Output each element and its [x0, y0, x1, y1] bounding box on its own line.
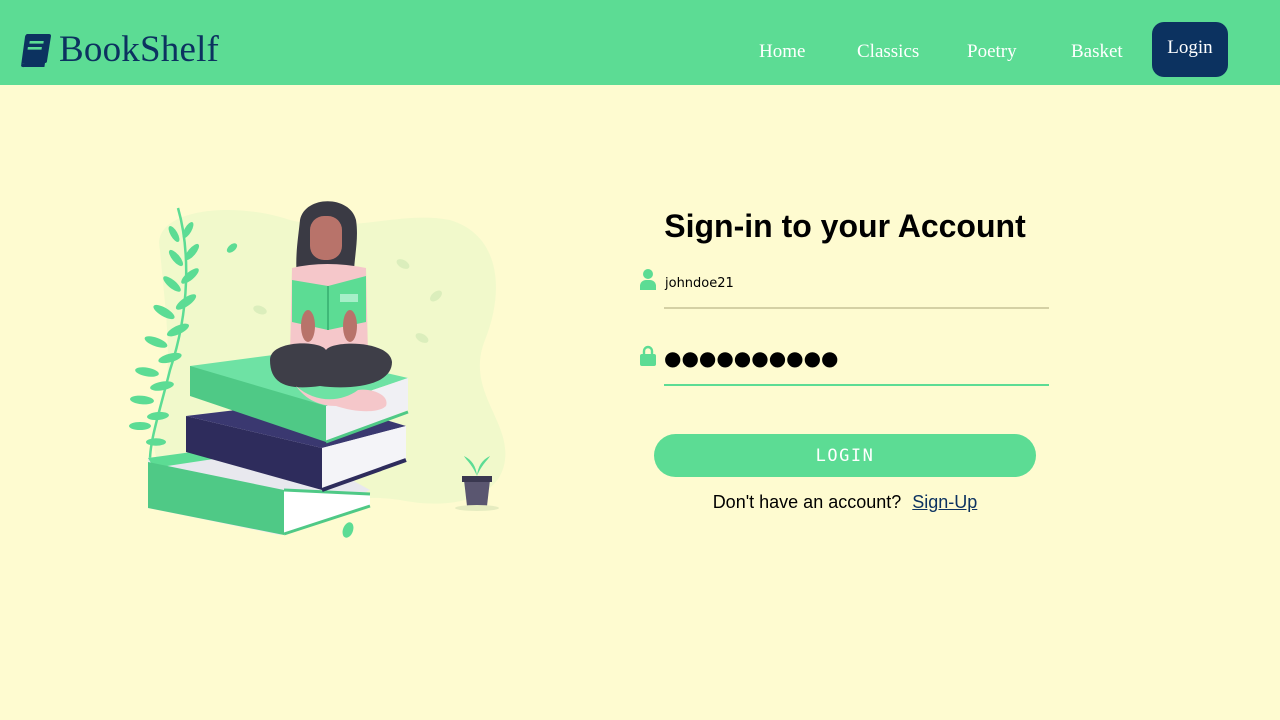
nav-classics[interactable]: Classics	[857, 40, 919, 64]
nav-home[interactable]: Home	[759, 40, 805, 64]
password-input[interactable]: ●●●●●●●●●●	[664, 346, 839, 370]
signup-row: Don't have an account? Sign-Up	[640, 491, 1050, 513]
nav-basket[interactable]: Basket	[1071, 40, 1123, 64]
navbar: BookShelf Home Classics Poetry Basket Lo…	[0, 0, 1280, 85]
brand-name: BookShelf	[59, 29, 220, 70]
form-title: Sign-in to your Account	[664, 208, 1026, 244]
nav-poetry[interactable]: Poetry	[967, 40, 1017, 64]
user-icon	[640, 269, 656, 290]
login-submit-button[interactable]: LOGIN	[654, 434, 1036, 477]
username-input[interactable]: johndoe21	[665, 276, 734, 291]
brand-logo[interactable]: BookShelf	[18, 30, 219, 70]
password-underline	[664, 384, 1049, 386]
reading-illustration	[129, 201, 506, 538]
username-underline	[664, 307, 1049, 309]
lock-icon	[640, 345, 656, 366]
signup-prompt: Don't have an account?	[712, 492, 902, 512]
signup-link[interactable]: Sign-Up	[912, 492, 977, 512]
nav-login-button[interactable]: Login	[1152, 22, 1228, 77]
book-icon	[21, 34, 51, 68]
